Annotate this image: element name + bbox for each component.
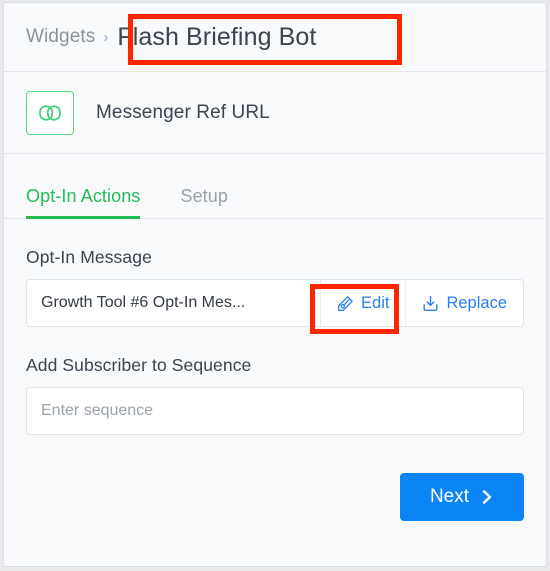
- tab-opt-in-actions[interactable]: Opt-In Actions: [26, 186, 141, 219]
- tab-bar: Opt-In Actions Setup: [4, 154, 546, 219]
- next-button[interactable]: Next: [400, 473, 524, 521]
- opt-in-message-label: Opt-In Message: [26, 247, 152, 267]
- app-window: Widgets › Flash Briefing Bot Messenger R…: [3, 2, 547, 567]
- opt-in-message-value: Growth Tool #6 Opt-In Mes...: [41, 294, 246, 311]
- download-tray-icon: [422, 295, 439, 312]
- edit-button-label: Edit: [361, 293, 390, 312]
- chevron-right-icon: [481, 489, 494, 505]
- breadcrumb: Widgets › Flash Briefing Bot: [4, 3, 546, 72]
- footer-actions: Next: [26, 473, 524, 521]
- edit-button[interactable]: Edit: [320, 280, 405, 326]
- replace-button[interactable]: Replace: [405, 280, 523, 326]
- tool-header: Messenger Ref URL: [4, 72, 546, 154]
- tab-setup[interactable]: Setup: [180, 186, 228, 218]
- page-title: Flash Briefing Bot: [117, 22, 317, 51]
- pen-nib-icon: [337, 295, 354, 312]
- chevron-right-icon: ›: [103, 28, 109, 46]
- sequence-input[interactable]: [26, 387, 524, 435]
- sequence-label: Add Subscriber to Sequence: [26, 355, 252, 375]
- next-button-label: Next: [429, 486, 470, 507]
- tool-title: Messenger Ref URL: [96, 101, 270, 123]
- opt-in-message-field: Growth Tool #6 Opt-In Mes... Edit Replac…: [26, 279, 524, 334]
- link-chain-icon: [26, 90, 74, 135]
- main-panel: Opt-In Actions Setup Opt-In Message Grow…: [4, 154, 546, 521]
- breadcrumb-parent-widgets[interactable]: Widgets: [26, 26, 95, 48]
- replace-button-label: Replace: [446, 293, 507, 312]
